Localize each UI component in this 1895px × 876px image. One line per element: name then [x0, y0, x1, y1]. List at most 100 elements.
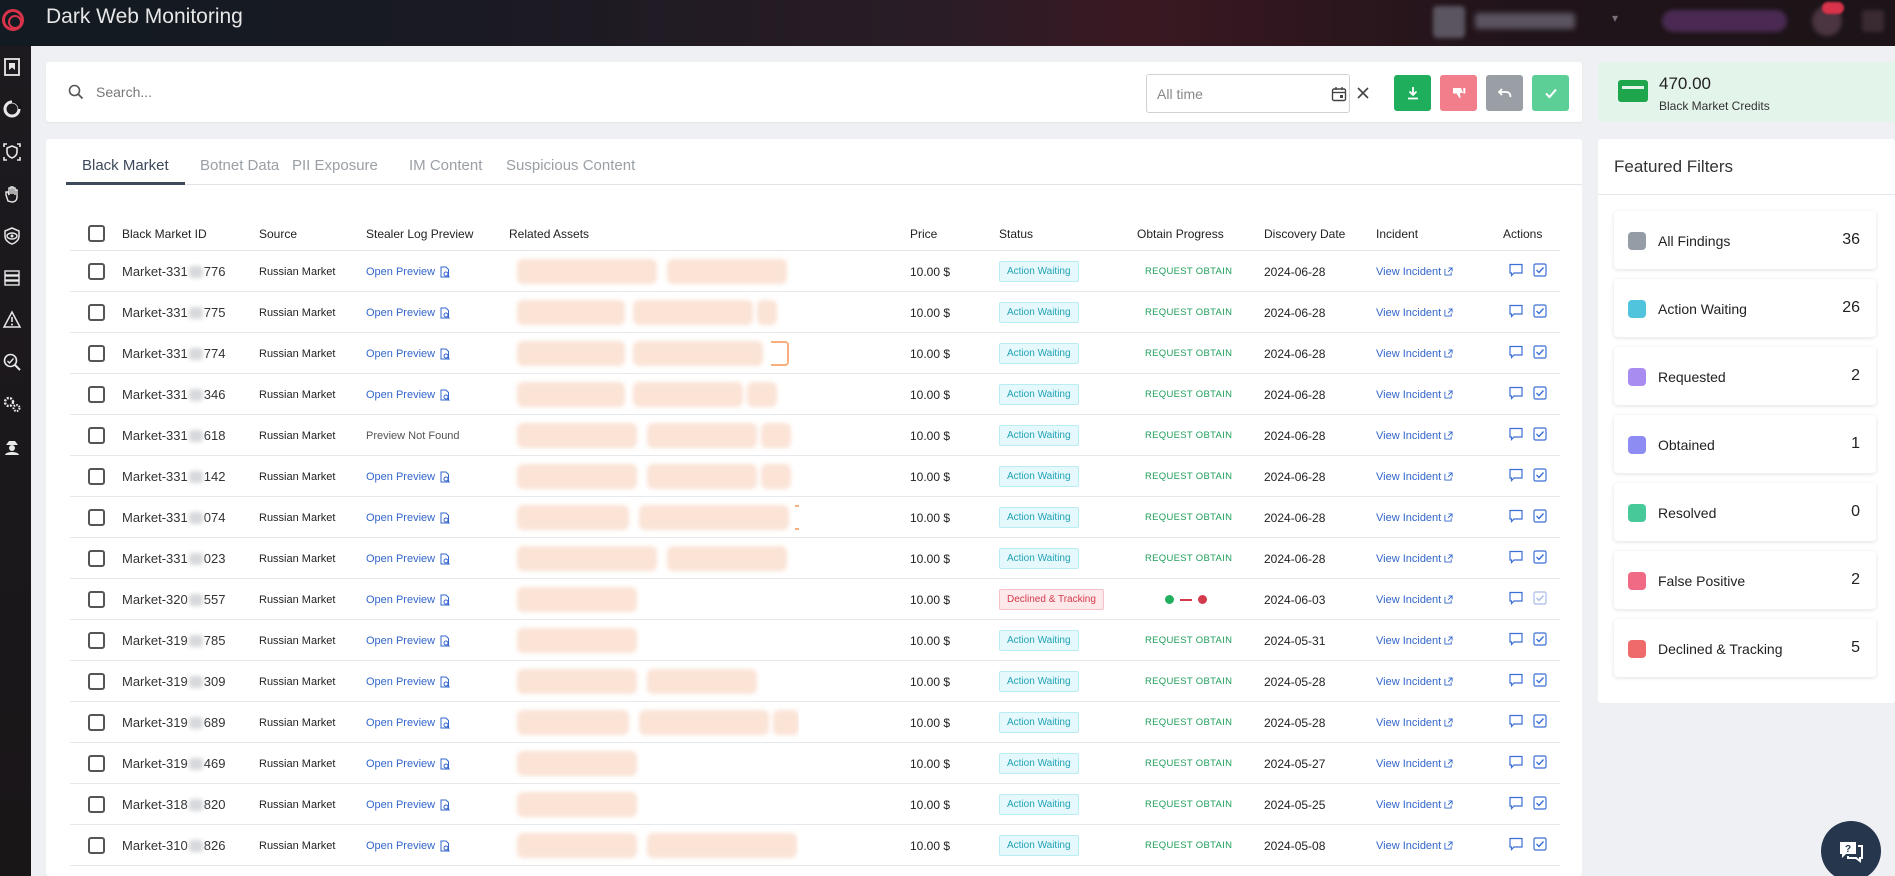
column-header[interactable]: Price	[910, 227, 937, 241]
help-chat-button[interactable]: ?	[1821, 821, 1881, 876]
check-square-icon[interactable]	[1533, 263, 1547, 280]
view-incident-link[interactable]: View Incident	[1376, 676, 1441, 688]
row-checkbox[interactable]	[88, 825, 105, 866]
related-asset-tag-blurred[interactable]	[517, 792, 637, 817]
table-row[interactable]: Market-331 074 Russian Market Open Previe…	[70, 497, 1560, 538]
related-asset-tag-blurred[interactable]	[757, 300, 777, 325]
preview-link[interactable]: Open Preview	[366, 758, 435, 770]
check-square-icon[interactable]	[1533, 468, 1547, 485]
preview-link[interactable]: Open Preview	[366, 635, 435, 647]
view-incident-link[interactable]: View Incident	[1376, 758, 1441, 770]
check-square-icon[interactable]	[1533, 427, 1547, 444]
row-checkbox[interactable]	[88, 251, 105, 292]
check-square-icon[interactable]	[1533, 304, 1547, 321]
comment-icon[interactable]	[1509, 304, 1523, 321]
date-range-picker[interactable]: All time	[1146, 74, 1369, 113]
preview-cell[interactable]: Open Preview	[366, 251, 451, 292]
view-incident-link[interactable]: View Incident	[1376, 512, 1441, 524]
featured-filter-item[interactable]: All Findings 36	[1614, 211, 1876, 269]
related-asset-tag-blurred[interactable]	[633, 341, 763, 366]
comment-icon[interactable]	[1509, 796, 1523, 813]
incident-cell[interactable]: View Incident	[1376, 661, 1453, 702]
select-all-checkbox[interactable]	[88, 225, 105, 242]
row-checkbox[interactable]	[88, 456, 105, 497]
check-square-icon[interactable]	[1533, 796, 1547, 813]
related-asset-tag-blurred[interactable]	[517, 423, 637, 448]
clear-icon[interactable]	[1355, 85, 1371, 106]
comment-icon[interactable]	[1509, 550, 1523, 567]
related-asset-tag-blurred[interactable]	[633, 382, 743, 407]
hand-stop-icon[interactable]	[0, 181, 24, 207]
related-asset-more[interactable]	[771, 341, 789, 366]
preview-cell[interactable]: Open Preview	[366, 333, 451, 374]
related-asset-tag-blurred[interactable]	[517, 669, 637, 694]
app-logo-icon[interactable]	[2, 9, 24, 31]
search-analysis-icon[interactable]	[0, 349, 24, 375]
preview-cell[interactable]: Open Preview	[366, 743, 451, 784]
view-incident-link[interactable]: View Incident	[1376, 553, 1441, 565]
related-asset-tag-blurred[interactable]	[517, 710, 629, 735]
request-obtain-button[interactable]: REQUEST OBTAIN	[1145, 758, 1232, 769]
table-row[interactable]: Market-319 309 Russian Market Open Previe…	[70, 661, 1560, 702]
column-header[interactable]: Stealer Log Preview	[366, 227, 473, 241]
calendar-icon[interactable]	[1331, 86, 1347, 107]
request-obtain-button[interactable]: REQUEST OBTAIN	[1145, 676, 1232, 687]
table-row[interactable]: Market-331 774 Russian Market Open Previe…	[70, 333, 1560, 374]
incident-cell[interactable]: View Incident	[1376, 333, 1453, 374]
preview-link[interactable]: Open Preview	[366, 799, 435, 811]
request-obtain-button[interactable]: REQUEST OBTAIN	[1145, 266, 1232, 277]
preview-link[interactable]: Open Preview	[366, 512, 435, 524]
alert-bell-icon[interactable]	[0, 307, 24, 333]
row-checkbox[interactable]	[88, 743, 105, 784]
preview-link[interactable]: Open Preview	[366, 676, 435, 688]
bookmark-icon[interactable]	[0, 54, 24, 80]
table-row[interactable]: Market-331 776 Russian Market Open Previe…	[70, 251, 1560, 292]
related-asset-tag-blurred[interactable]	[639, 710, 769, 735]
comment-icon[interactable]	[1509, 755, 1523, 772]
row-checkbox[interactable]	[88, 497, 105, 538]
view-incident-link[interactable]: View Incident	[1376, 348, 1441, 360]
related-asset-tag-blurred[interactable]	[633, 300, 753, 325]
column-header[interactable]: Discovery Date	[1264, 227, 1345, 241]
search-input[interactable]	[96, 80, 1096, 104]
related-asset-tag-blurred[interactable]	[517, 341, 625, 366]
related-asset-tag-blurred[interactable]	[517, 751, 637, 776]
user-name-blurred[interactable]	[1475, 13, 1575, 29]
check-square-icon[interactable]	[1533, 509, 1547, 526]
featured-filter-item[interactable]: Action Waiting 26	[1614, 279, 1876, 337]
resolve-button[interactable]	[1532, 75, 1569, 111]
check-square-icon[interactable]	[1533, 632, 1547, 649]
request-obtain-button[interactable]: REQUEST OBTAIN	[1145, 512, 1232, 523]
row-checkbox[interactable]	[88, 374, 105, 415]
view-incident-link[interactable]: View Incident	[1376, 635, 1441, 647]
organization-badge[interactable]	[1662, 10, 1787, 32]
featured-filter-item[interactable]: Obtained 1	[1614, 415, 1876, 473]
preview-link[interactable]: Open Preview	[366, 717, 435, 729]
incident-cell[interactable]: View Incident	[1376, 825, 1453, 866]
preview-link[interactable]: Open Preview	[366, 471, 435, 483]
undo-button[interactable]	[1486, 75, 1523, 111]
related-asset-tag-blurred[interactable]	[517, 587, 637, 612]
tab-suspicious-content[interactable]: Suspicious Content	[506, 157, 635, 174]
preview-link[interactable]: Open Preview	[366, 307, 435, 319]
row-checkbox[interactable]	[88, 579, 105, 620]
preview-cell[interactable]: Open Preview	[366, 784, 451, 825]
check-square-icon[interactable]	[1533, 714, 1547, 731]
related-asset-tag-blurred[interactable]	[647, 423, 757, 448]
incident-cell[interactable]: View Incident	[1376, 784, 1453, 825]
comment-icon[interactable]	[1509, 468, 1523, 485]
preview-link[interactable]: Open Preview	[366, 266, 435, 278]
check-square-icon[interactable]	[1533, 837, 1547, 854]
download-button[interactable]	[1394, 75, 1431, 111]
database-network-icon[interactable]	[0, 265, 24, 291]
preview-cell[interactable]: Open Preview	[366, 661, 451, 702]
table-row[interactable]: Market-331 023 Russian Market Open Previe…	[70, 538, 1560, 579]
related-asset-tag-blurred[interactable]	[517, 505, 629, 530]
preview-link[interactable]: Open Preview	[366, 553, 435, 565]
column-header[interactable]: Obtain Progress	[1137, 227, 1224, 241]
gears-icon[interactable]	[0, 391, 24, 417]
row-checkbox[interactable]	[88, 292, 105, 333]
view-incident-link[interactable]: View Incident	[1376, 717, 1441, 729]
related-asset-tag-blurred[interactable]	[517, 628, 637, 653]
row-checkbox[interactable]	[88, 620, 105, 661]
